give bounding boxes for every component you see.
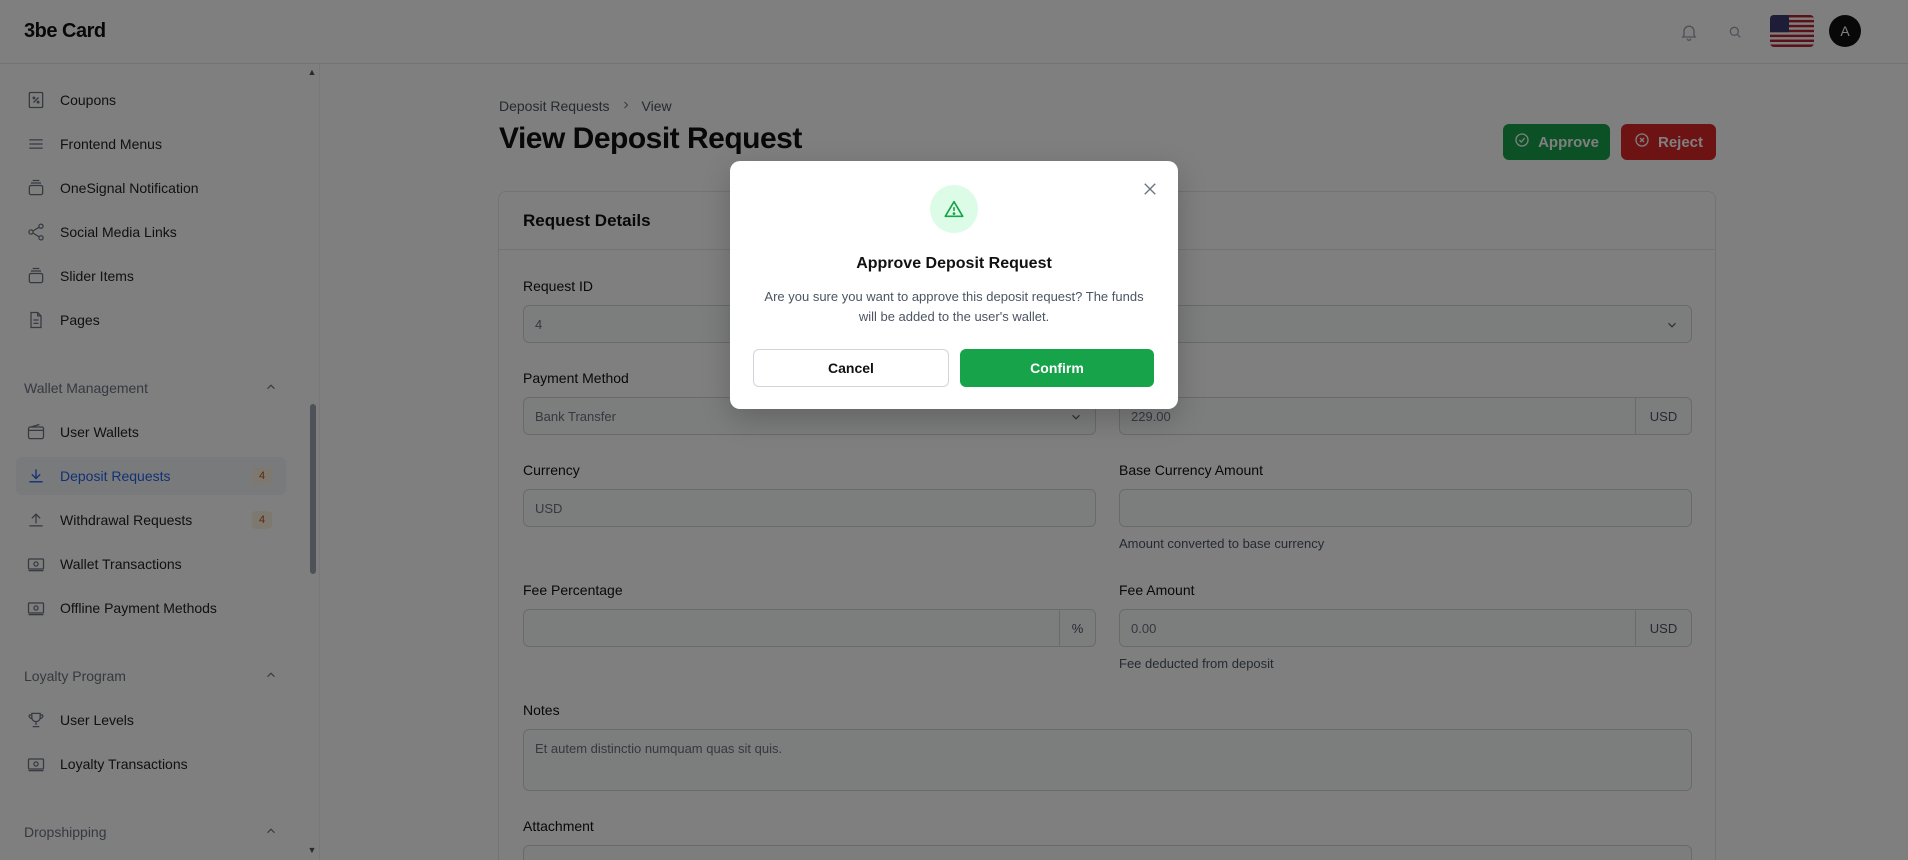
cancel-button[interactable]: Cancel [753,349,949,387]
close-icon[interactable] [1141,180,1159,198]
dialog-message: Are you sure you want to approve this de… [764,289,1144,324]
dialog-title: Approve Deposit Request [856,255,1052,272]
approve-confirm-dialog: Approve Deposit Request Are you sure you… [730,161,1178,409]
warning-icon [930,185,978,233]
confirm-button[interactable]: Confirm [960,349,1154,387]
modal-backdrop[interactable] [0,0,1908,860]
